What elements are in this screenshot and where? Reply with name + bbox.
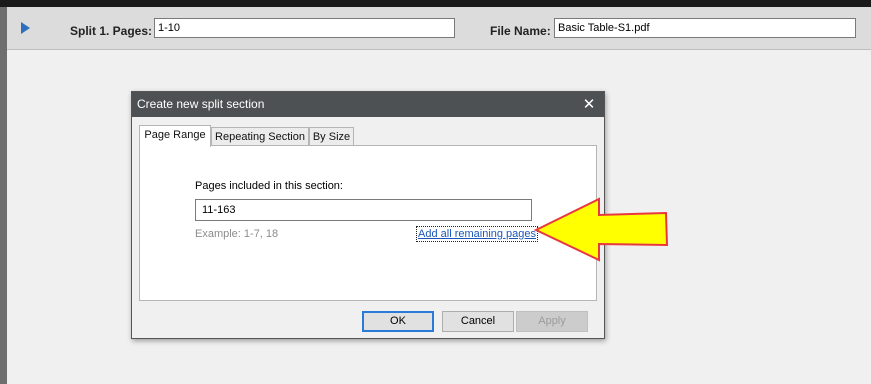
page-range-panel: Pages included in this section: 11-163 E…	[139, 145, 597, 301]
window-top-edge	[0, 0, 871, 7]
split-pages-input[interactable]: 1-10	[154, 18, 455, 38]
apply-button[interactable]: Apply	[516, 311, 588, 332]
cancel-button[interactable]: Cancel	[442, 311, 514, 332]
left-edge	[0, 7, 7, 384]
pages-included-label: Pages included in this section:	[195, 180, 343, 192]
tab-by-size[interactable]: By Size	[309, 127, 354, 147]
pages-included-input[interactable]: 11-163	[195, 199, 532, 221]
split-pages-label: Split 1. Pages:	[70, 24, 153, 38]
tab-repeating-section[interactable]: Repeating Section	[211, 127, 309, 147]
tab-page-range[interactable]: Page Range	[139, 125, 211, 147]
callout-arrow-icon	[533, 197, 669, 262]
callout-arrow-shape	[533, 197, 669, 262]
close-icon[interactable]: ✕	[574, 92, 604, 117]
ok-button[interactable]: OK	[362, 311, 434, 332]
file-name-label: File Name:	[490, 24, 551, 38]
dialog-title: Create new split section	[137, 97, 265, 111]
example-hint: Example: 1-7, 18	[195, 228, 279, 240]
split-row: Split 1. Pages: 1-10 File Name: Basic Ta…	[7, 7, 871, 50]
dialog-title-bar: Create new split section ✕	[132, 92, 604, 117]
add-all-remaining-pages-link[interactable]: Add all remaining pages	[416, 226, 539, 242]
file-name-input[interactable]: Basic Table-S1.pdf	[554, 18, 856, 38]
expand-arrow-icon[interactable]	[21, 22, 30, 34]
